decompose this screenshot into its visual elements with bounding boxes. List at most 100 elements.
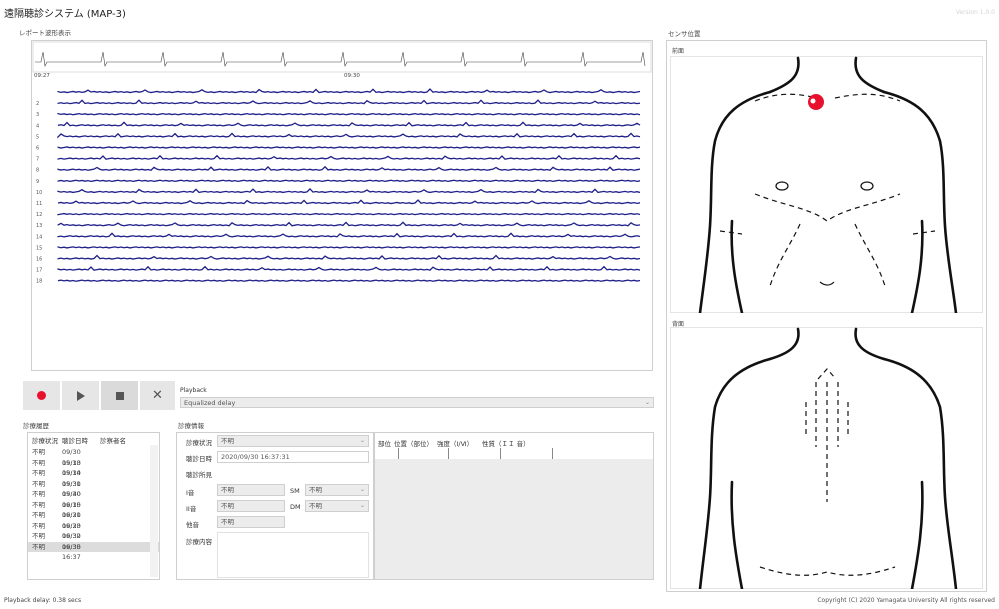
front-torso-left [730, 219, 744, 313]
ecg-svg: 2 3 4 5 6 7 8 9 10 11 12 13 14 15 16 17 18 [32, 41, 652, 285]
table-divider [398, 448, 399, 459]
channel-label: 14 [36, 234, 42, 240]
status-label: 診療状況 [186, 439, 212, 447]
datetime-value: 2020/09/30 16:37:31 [221, 453, 290, 461]
ecg-channel-trace [57, 154, 641, 160]
other-value: 不明 [221, 518, 234, 526]
history-cell-status: 不明 [32, 521, 45, 530]
record-button[interactable] [23, 381, 61, 410]
s2-select[interactable]: 不明 [217, 500, 285, 512]
history-cell-status: 不明 [32, 469, 45, 477]
history-row[interactable]: 不明 09/30 16:32 [28, 521, 159, 541]
history-row[interactable]: 不明 09/30 15:13 [28, 447, 159, 467]
front-body-diagram [698, 56, 958, 313]
history-row[interactable]: 不明 09/30 16:23 [28, 510, 159, 530]
findings-label: 聴診所見 [186, 471, 212, 479]
table-divider [552, 448, 553, 459]
front-collarbone [754, 93, 901, 102]
front-torso-right [910, 219, 924, 313]
history-cell-datetime: 09/30 16:23 [62, 511, 81, 530]
history-row[interactable]: 不明 09/30 16:21 [28, 500, 159, 520]
history-cell-status: 不明 [32, 490, 45, 498]
front-label: 前面 [672, 48, 685, 55]
history-cell-status: 不明 [32, 532, 45, 540]
scapula-top [817, 368, 837, 380]
history-cell-name [100, 458, 140, 469]
play-button[interactable] [62, 381, 100, 410]
channel-label: 10 [36, 190, 42, 196]
back-lower-line [759, 566, 896, 576]
status-select-value: 不明 [221, 437, 234, 445]
dm-select[interactable]: 不明 ⌄ [305, 500, 369, 512]
s2-label: II音 [186, 505, 197, 513]
right-nipple-icon [860, 181, 874, 191]
ecg-channel-trace [57, 121, 641, 127]
sensor-section-label: センサ位置 [668, 30, 701, 38]
history-row[interactable]: 不明 09/30 16:37 [28, 541, 159, 561]
notes-textarea[interactable] [217, 532, 369, 578]
chevron-down-icon: ⌄ [644, 399, 650, 406]
other-label: 他音 [186, 521, 199, 529]
chevron-down-icon: ⌄ [359, 486, 365, 493]
datetime-field[interactable]: 2020/09/30 16:37:31 [217, 451, 369, 463]
app-version: Version 1.0.0 [955, 9, 995, 16]
s1-select[interactable]: 不明 [217, 484, 285, 496]
spine [805, 382, 849, 502]
history-cell-status: 不明 [32, 458, 45, 467]
history-row[interactable]: 不明 09/30 16:35 [28, 531, 159, 551]
ecg-channel-trace [57, 199, 641, 205]
history-row[interactable]: 不明 09/30 16:15 [28, 489, 159, 509]
ecg-section-label: レポート波形表示 [19, 29, 71, 37]
delay-label: Playback [180, 387, 207, 394]
channel-label: 15 [36, 245, 42, 251]
sensor-position-center [810, 98, 816, 104]
channel-label: 7 [36, 157, 39, 163]
stop-button[interactable] [101, 381, 139, 410]
sm-label: SM [290, 487, 300, 495]
navel-icon [819, 281, 835, 286]
sm-value: 不明 [309, 486, 322, 494]
history-cell-datetime: 09/30 16:35 [62, 532, 81, 551]
close-button[interactable]: ✕ [140, 381, 176, 410]
history-list[interactable]: 診療状況 聴診日時 診察者名 不明 09/30 15:13 不明 09/30 15:1… [27, 432, 160, 580]
play-icon [76, 390, 85, 401]
ecg-channel-trace [57, 99, 641, 105]
delay-select[interactable]: Equalized delay ⌄ [180, 397, 654, 408]
sm-select[interactable]: 不明 ⌄ [305, 484, 369, 496]
s1-value: 不明 [221, 486, 234, 494]
ecg-channel-trace [57, 112, 641, 116]
ecg-channel-trace [57, 221, 641, 227]
close-icon: ✕ [152, 388, 163, 403]
history-section-label: 診療履歴 [23, 422, 49, 430]
history-header: 診療状況 聴診日時 診察者名 [28, 433, 159, 447]
history-row[interactable]: 不明 09/30 15:40 [28, 479, 159, 499]
chevron-down-icon: ⌄ [359, 502, 365, 509]
table-divider [448, 448, 449, 459]
record-icon [37, 391, 46, 400]
channel-label: 9 [36, 179, 39, 185]
back-shoulder-right [882, 357, 958, 589]
history-scrollbar[interactable] [150, 445, 158, 577]
history-cell-name [100, 521, 140, 532]
diagnosis-section-label: 診療情報 [178, 422, 204, 430]
history-cell-status: 不明 [32, 542, 45, 551]
other-select[interactable]: 不明 [217, 516, 285, 528]
channel-label: 18 [36, 279, 42, 285]
history-cell-datetime: 09/30 16:21 [62, 500, 81, 520]
history-cell-name [100, 531, 140, 542]
sensor-position-marker [808, 94, 824, 110]
channel-label: 5 [36, 134, 39, 140]
channel-label: 17 [36, 268, 42, 274]
ecg-channel-trace [57, 146, 641, 149]
history-col-datetime: 聴診日時 [62, 437, 88, 445]
channel-label: 12 [36, 212, 42, 218]
chevron-down-icon: ⌄ [359, 437, 365, 444]
back-neck-left [768, 327, 800, 361]
back-torso-left [730, 480, 744, 589]
s1-label: I音 [186, 489, 195, 497]
status-select[interactable]: 不明 ⌄ [217, 435, 369, 447]
history-row[interactable]: 不明 09/30 15:14 [28, 458, 159, 478]
back-neck-right [854, 327, 886, 361]
findings-table-body [375, 459, 653, 579]
history-row[interactable]: 不明 09/30 15:31 [28, 468, 159, 488]
